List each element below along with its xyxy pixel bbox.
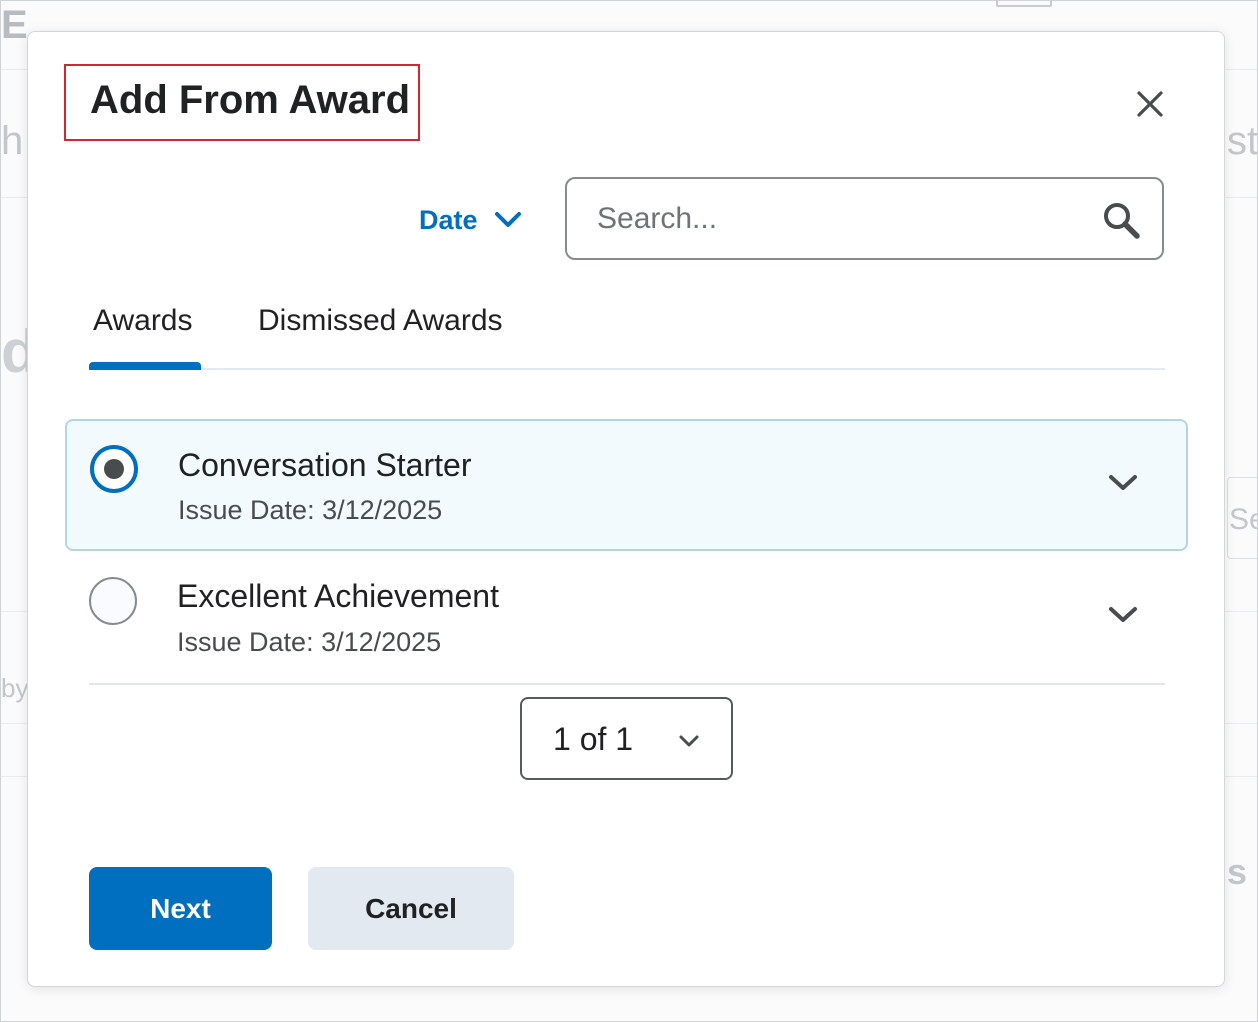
search-icon[interactable] [1102,201,1142,241]
award-tabs: Awards Dismissed Awards [89,300,1165,370]
sort-label: Date [419,204,478,235]
list-divider [89,683,1165,685]
page-select-label: 1 of 1 [553,721,634,757]
chevron-down-icon[interactable] [1106,471,1140,495]
award-list-item[interactable]: Excellent Achievement Issue Date: 3/12/2… [65,551,1188,683]
background-grid-icon [996,1,1052,7]
tab-awards[interactable]: Awards [93,304,193,338]
award-name: Excellent Achievement [177,578,499,614]
chevron-down-icon[interactable] [1106,603,1140,627]
search-input[interactable] [597,197,1077,241]
cancel-button[interactable]: Cancel [308,867,514,950]
award-radio-selected[interactable] [90,445,138,493]
search-field [565,177,1164,260]
dialog-title-highlight: Add From Award [64,64,420,141]
close-button[interactable] [1130,84,1170,124]
award-list-item[interactable]: Conversation Starter Issue Date: 3/12/20… [65,419,1188,551]
tab-dismissed-awards[interactable]: Dismissed Awards [258,304,503,338]
add-from-award-dialog: Add From Award Date Awards Dismissed Awa… [27,31,1225,987]
award-radio[interactable] [89,577,137,625]
award-issue-date: Issue Date: 3/12/2025 [178,495,443,525]
award-issue-date: Issue Date: 3/12/2025 [177,627,442,657]
award-name: Conversation Starter [178,447,472,483]
chevron-down-icon [494,212,521,227]
chevron-down-icon [679,735,699,747]
selected-tab-indicator [89,362,201,370]
page-select[interactable]: 1 of 1 [520,697,733,780]
next-button[interactable]: Next [89,867,272,950]
close-icon [1137,91,1163,117]
sort-dropdown-button[interactable]: Date [419,202,522,238]
dialog-title: Add From Award [90,78,411,122]
